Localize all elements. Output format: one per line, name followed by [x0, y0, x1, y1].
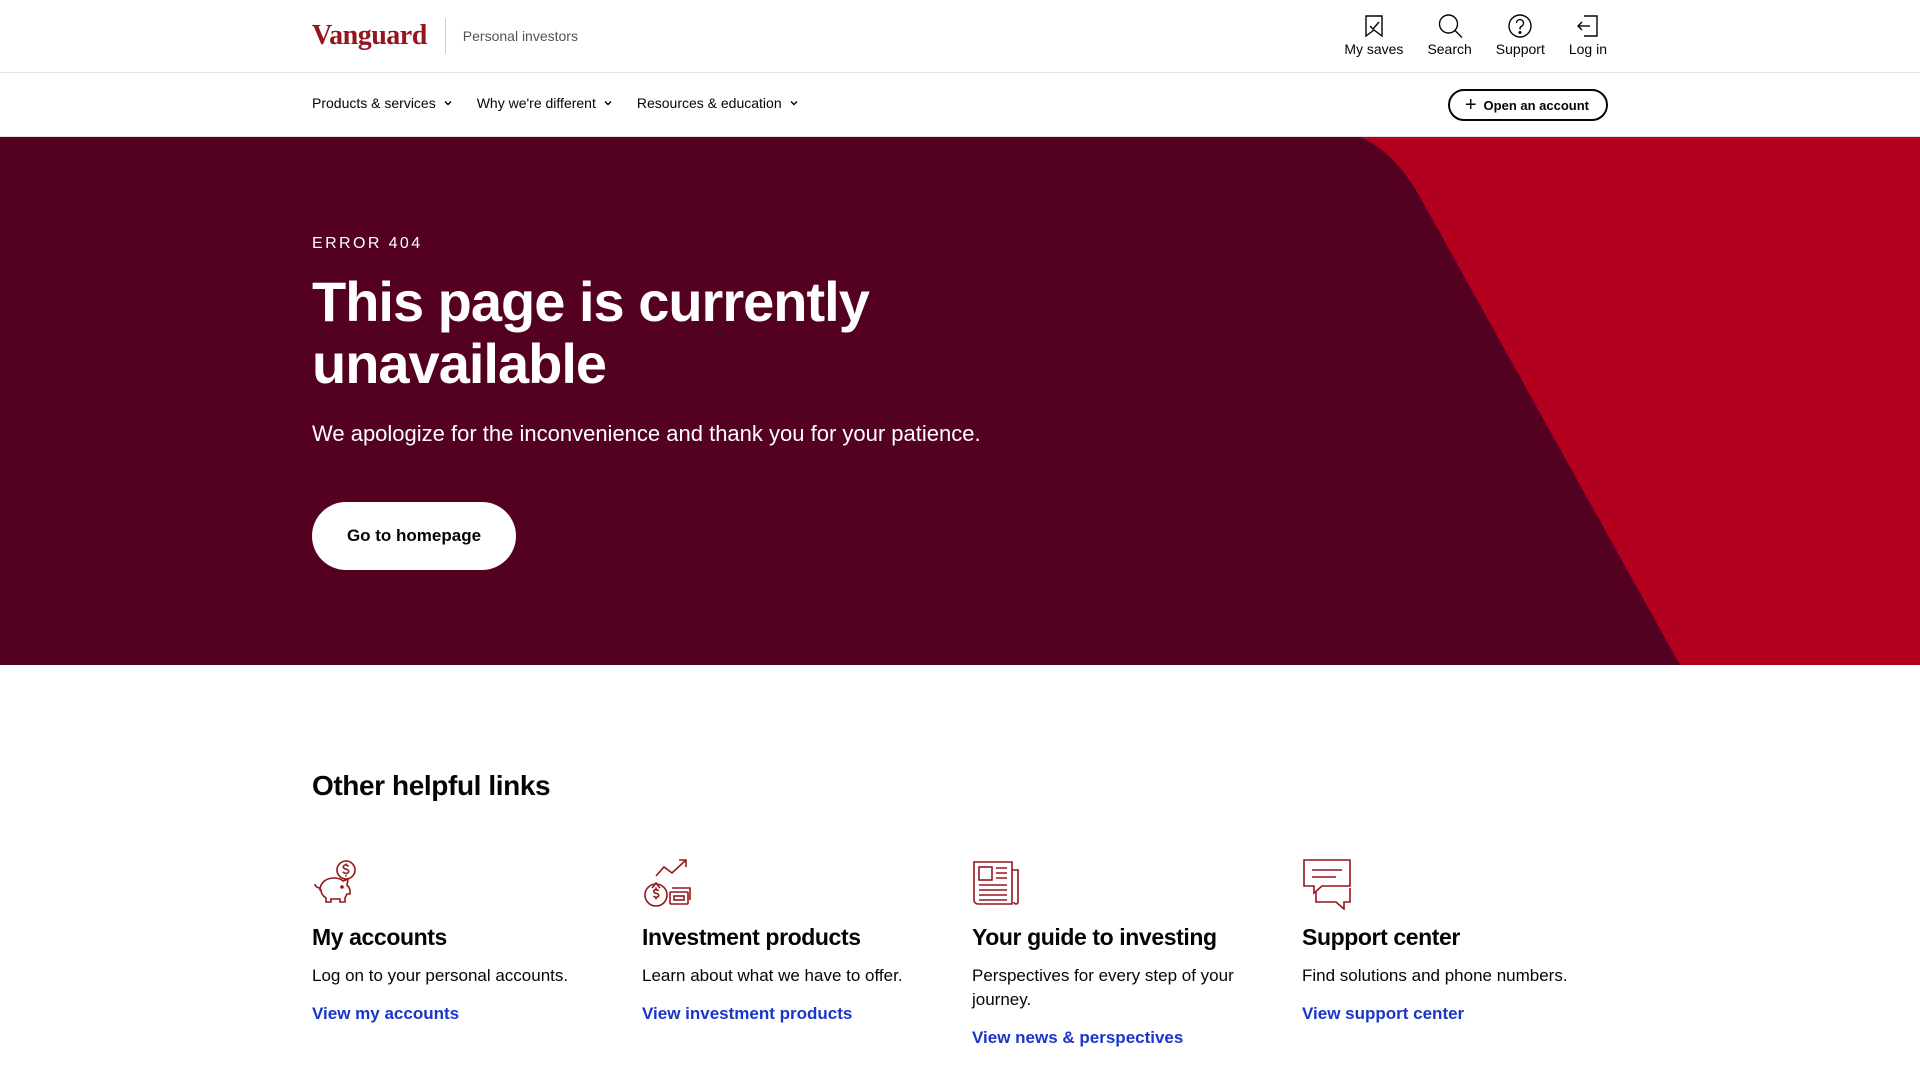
my-saves-label: My saves	[1344, 41, 1404, 57]
hero-description: We apologize for the inconvenience and t…	[312, 421, 981, 446]
money-growth-icon	[644, 859, 691, 907]
card-title: Investment products	[642, 924, 861, 950]
newspaper-icon	[973, 861, 1019, 905]
card-title: Support center	[1302, 924, 1460, 950]
error-hero: ERROR 404 This page is currently unavail…	[0, 137, 1920, 665]
nav-item-products-services[interactable]: Products & services	[312, 95, 453, 111]
card-investment-products: Investment products Learn about what we …	[642, 858, 942, 1024]
chevron-down-icon	[790, 101, 798, 106]
view-my-accounts-link[interactable]: View my accounts	[312, 1004, 459, 1024]
brand-divider	[444, 18, 446, 54]
brand: Vanguard Personal investors	[312, 18, 578, 54]
view-investment-products-link[interactable]: View investment products	[642, 1004, 852, 1024]
chevron-down-icon	[604, 101, 612, 106]
card-title: Your guide to investing	[972, 924, 1217, 950]
nav-item-label: Resources & education	[636, 95, 782, 111]
search-button[interactable]: Search	[1427, 12, 1472, 57]
card-description: Learn about what we have to offer.	[642, 966, 903, 985]
nav-item-label: Why we're different	[476, 95, 596, 111]
vanguard-logo[interactable]: Vanguard	[312, 20, 427, 52]
search-label: Search	[1427, 41, 1472, 57]
open-account-label: Open an account	[1483, 97, 1589, 113]
top-header: Vanguard Personal investors My saves Sea…	[0, 0, 1920, 73]
nav-item-label: Products & services	[312, 95, 436, 111]
page-title: This page is currently unavailable	[312, 270, 870, 395]
view-support-center-link[interactable]: View support center	[1302, 1004, 1464, 1024]
nav-menu: Products & services Why we're different …	[312, 95, 823, 111]
card-my-accounts: My accounts Log on to your personal acco…	[312, 858, 612, 1024]
login-icon	[1576, 15, 1598, 37]
card-support-center: Support center Find solutions and phone …	[1302, 858, 1602, 1024]
search-icon	[1438, 14, 1463, 38]
helpful-links-heading: Other helpful links	[312, 770, 551, 801]
utility-nav: My saves Search Support Log in	[1320, 12, 1607, 57]
go-to-homepage-button[interactable]: Go to homepage	[312, 502, 516, 570]
site-section-label: Personal investors	[462, 28, 578, 44]
my-saves-button[interactable]: My saves	[1344, 12, 1403, 57]
login-button[interactable]: Log in	[1569, 12, 1607, 57]
card-description: Log on to your personal accounts.	[312, 966, 569, 985]
bookmark-icon	[1365, 15, 1383, 38]
error-code: ERROR 404	[312, 235, 423, 252]
chevron-down-icon	[444, 101, 452, 106]
chat-bubbles-icon	[1303, 859, 1351, 910]
hero-accent-shape	[1360, 137, 1920, 665]
piggy-bank-icon	[314, 860, 356, 903]
plus-icon: +	[1464, 94, 1477, 116]
main-nav: Products & services Why we're different …	[0, 73, 1920, 137]
card-guide-to-investing: Your guide to investing Perspectives for…	[972, 858, 1272, 1048]
open-account-button[interactable]: + Open an account	[1447, 89, 1608, 121]
card-title: My accounts	[312, 924, 447, 950]
help-icon	[1508, 14, 1533, 38]
view-news-perspectives-link[interactable]: View news & perspectives	[972, 1028, 1183, 1048]
support-button[interactable]: Support	[1496, 12, 1545, 57]
nav-item-why-different[interactable]: Why we're different	[477, 95, 613, 111]
support-label: Support	[1495, 41, 1545, 57]
card-description: Find solutions and phone numbers.	[1302, 966, 1568, 985]
nav-item-resources-education[interactable]: Resources & education	[637, 95, 799, 111]
login-label: Log in	[1568, 41, 1607, 57]
card-description: Perspectives for every step of your jour…	[972, 966, 1234, 1009]
